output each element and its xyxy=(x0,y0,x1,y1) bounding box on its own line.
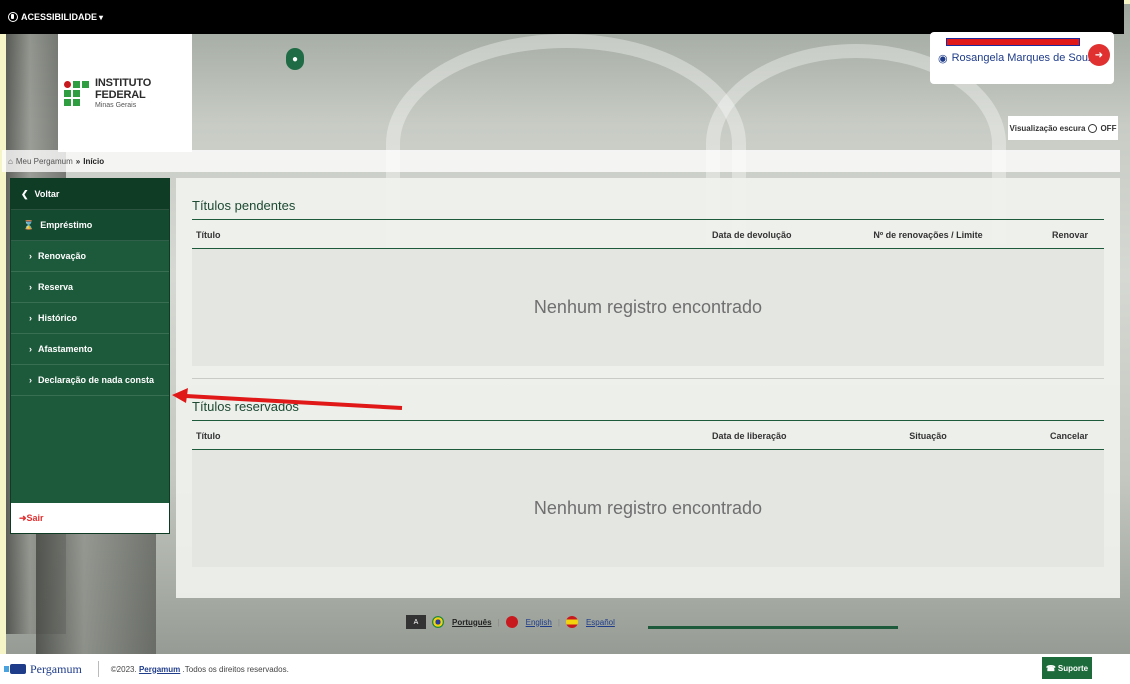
sidebar-item-label: Histórico xyxy=(38,313,78,323)
pending-empty-message: Nenhum registro encontrado xyxy=(192,248,1104,366)
sidebar-item-label: Renovação xyxy=(38,251,87,261)
notification-bell-icon[interactable]: ● xyxy=(286,48,304,70)
column-header: Renovar xyxy=(1051,230,1088,240)
column-header: Título xyxy=(196,230,221,240)
user-name[interactable]: Rosangela Marques de Souza xyxy=(952,52,1100,64)
footer: Pergamum ©2023. Pergamum .Todos os direi… xyxy=(0,654,1130,684)
chevron-right-icon: › xyxy=(29,282,32,292)
copyright-suffix: .Todos os direitos reservados. xyxy=(182,664,289,674)
breadcrumb: ⌂ Meu Pergamum » Início xyxy=(2,150,1120,172)
sidebar-loan-label: Empréstimo xyxy=(40,220,93,230)
column-header: Título xyxy=(196,431,221,441)
pending-title: Títulos pendentes xyxy=(192,198,296,213)
reserved-empty-message: Nenhum registro encontrado xyxy=(192,449,1104,567)
column-header: Data de liberação xyxy=(712,431,787,441)
brazil-flag-icon xyxy=(432,616,444,628)
column-header: Data de devolução xyxy=(712,230,792,240)
chevron-right-icon: › xyxy=(29,344,32,354)
accessibility-menu[interactable]: ACESSIBILIDADE xyxy=(21,12,97,22)
back-circle-icon: ❮ xyxy=(21,188,29,199)
sidebar-back[interactable]: ❮ Voltar xyxy=(11,179,169,210)
toggle-icon xyxy=(1088,123,1098,133)
logo-title: INSTITUTO FEDERAL xyxy=(95,77,152,101)
user-panel: ◉ Rosangela Marques de Souza ➜ xyxy=(930,32,1114,84)
chevron-right-icon: › xyxy=(29,313,32,323)
headset-icon: ☎ xyxy=(1045,663,1056,673)
sidebar-item-label: Declaração de nada consta xyxy=(38,375,155,385)
decorative-line xyxy=(648,626,898,629)
uk-flag-icon xyxy=(505,616,518,628)
column-header: Nº de renovações / Limite xyxy=(873,230,983,240)
breadcrumb-separator: » xyxy=(75,156,81,166)
pending-table-header: Título Data de devolução Nº de renovaçõe… xyxy=(176,220,1120,248)
breadcrumb-current: Início xyxy=(83,156,105,166)
column-header: Situação xyxy=(909,431,947,441)
user-icon: ◉ xyxy=(938,52,948,65)
footer-divider xyxy=(97,661,99,677)
institution-logo[interactable]: INSTITUTO FEDERAL Minas Gerais xyxy=(58,34,192,152)
dark-mode-state: OFF xyxy=(1100,123,1117,133)
support-label: Suporte xyxy=(1057,663,1089,673)
copyright-link[interactable]: Pergamum xyxy=(139,665,180,674)
chevron-right-icon: › xyxy=(29,251,32,261)
reserved-table-header: Título Data de liberação Situação Cancel… xyxy=(176,421,1120,449)
sidebar-item-label: Reserva xyxy=(38,282,74,292)
libras-icon[interactable]: A xyxy=(406,615,426,629)
logo-subtitle: Minas Gerais xyxy=(95,102,137,109)
chevron-right-icon: › xyxy=(29,375,32,385)
language-english[interactable]: English xyxy=(526,618,552,627)
pergamum-brand-text: Pergamum xyxy=(30,661,82,676)
sidebar-exit-label: Sair xyxy=(26,513,44,523)
logo-mark xyxy=(64,80,89,106)
sidebar-menu: ❮ Voltar ⌛ Empréstimo › Renovação › Rese… xyxy=(10,178,170,534)
logout-icon[interactable]: ➜ xyxy=(1088,44,1110,66)
dark-mode-label: Visualização escura xyxy=(1009,123,1086,133)
sidebar-item-renovacao[interactable]: › Renovação xyxy=(11,241,169,272)
breadcrumb-root[interactable]: Meu Pergamum xyxy=(16,157,73,166)
column-header: Cancelar xyxy=(1049,431,1088,441)
redaction-mark xyxy=(946,38,1080,46)
spain-flag-icon xyxy=(565,616,578,628)
sidebar-item-label: Afastamento xyxy=(38,344,93,354)
copyright: ©2023. Pergamum .Todos os direitos reser… xyxy=(111,665,289,674)
language-spanish[interactable]: Español xyxy=(586,618,615,627)
pergamum-logo-icon xyxy=(4,664,26,674)
exit-icon: ➜ xyxy=(19,512,27,523)
home-icon: ⌂ xyxy=(8,156,13,166)
sidebar-back-label: Voltar xyxy=(34,189,60,199)
language-bar: A Português | English | Español xyxy=(406,612,615,632)
sidebar-item-declaracao[interactable]: › Declaração de nada consta xyxy=(11,365,169,396)
accessibility-icon xyxy=(8,12,18,22)
dark-mode-toggle[interactable]: Visualização escura OFF xyxy=(1008,116,1118,140)
hourglass-icon: ⌛ xyxy=(23,219,35,230)
background-column xyxy=(36,524,156,654)
sidebar-item-historico[interactable]: › Histórico xyxy=(11,303,169,334)
red-annotation-arrow xyxy=(172,388,403,410)
language-portuguese[interactable]: Português xyxy=(452,618,492,627)
support-button[interactable]: ☎ Suporte xyxy=(1042,657,1092,679)
sidebar-item-emprestimo[interactable]: ⌛ Empréstimo xyxy=(11,210,169,241)
sidebar-item-reserva[interactable]: › Reserva xyxy=(11,272,169,303)
sidebar-exit[interactable]: ➜ Sair xyxy=(11,503,169,533)
sidebar-item-afastamento[interactable]: › Afastamento xyxy=(11,334,169,365)
pergamum-logo[interactable]: Pergamum xyxy=(0,662,82,677)
accessibility-bar: ACESSIBILIDADE ▾ xyxy=(0,0,1124,34)
chevron-down-icon[interactable]: ▾ xyxy=(99,13,103,22)
copyright-prefix: ©2023. xyxy=(110,664,137,674)
